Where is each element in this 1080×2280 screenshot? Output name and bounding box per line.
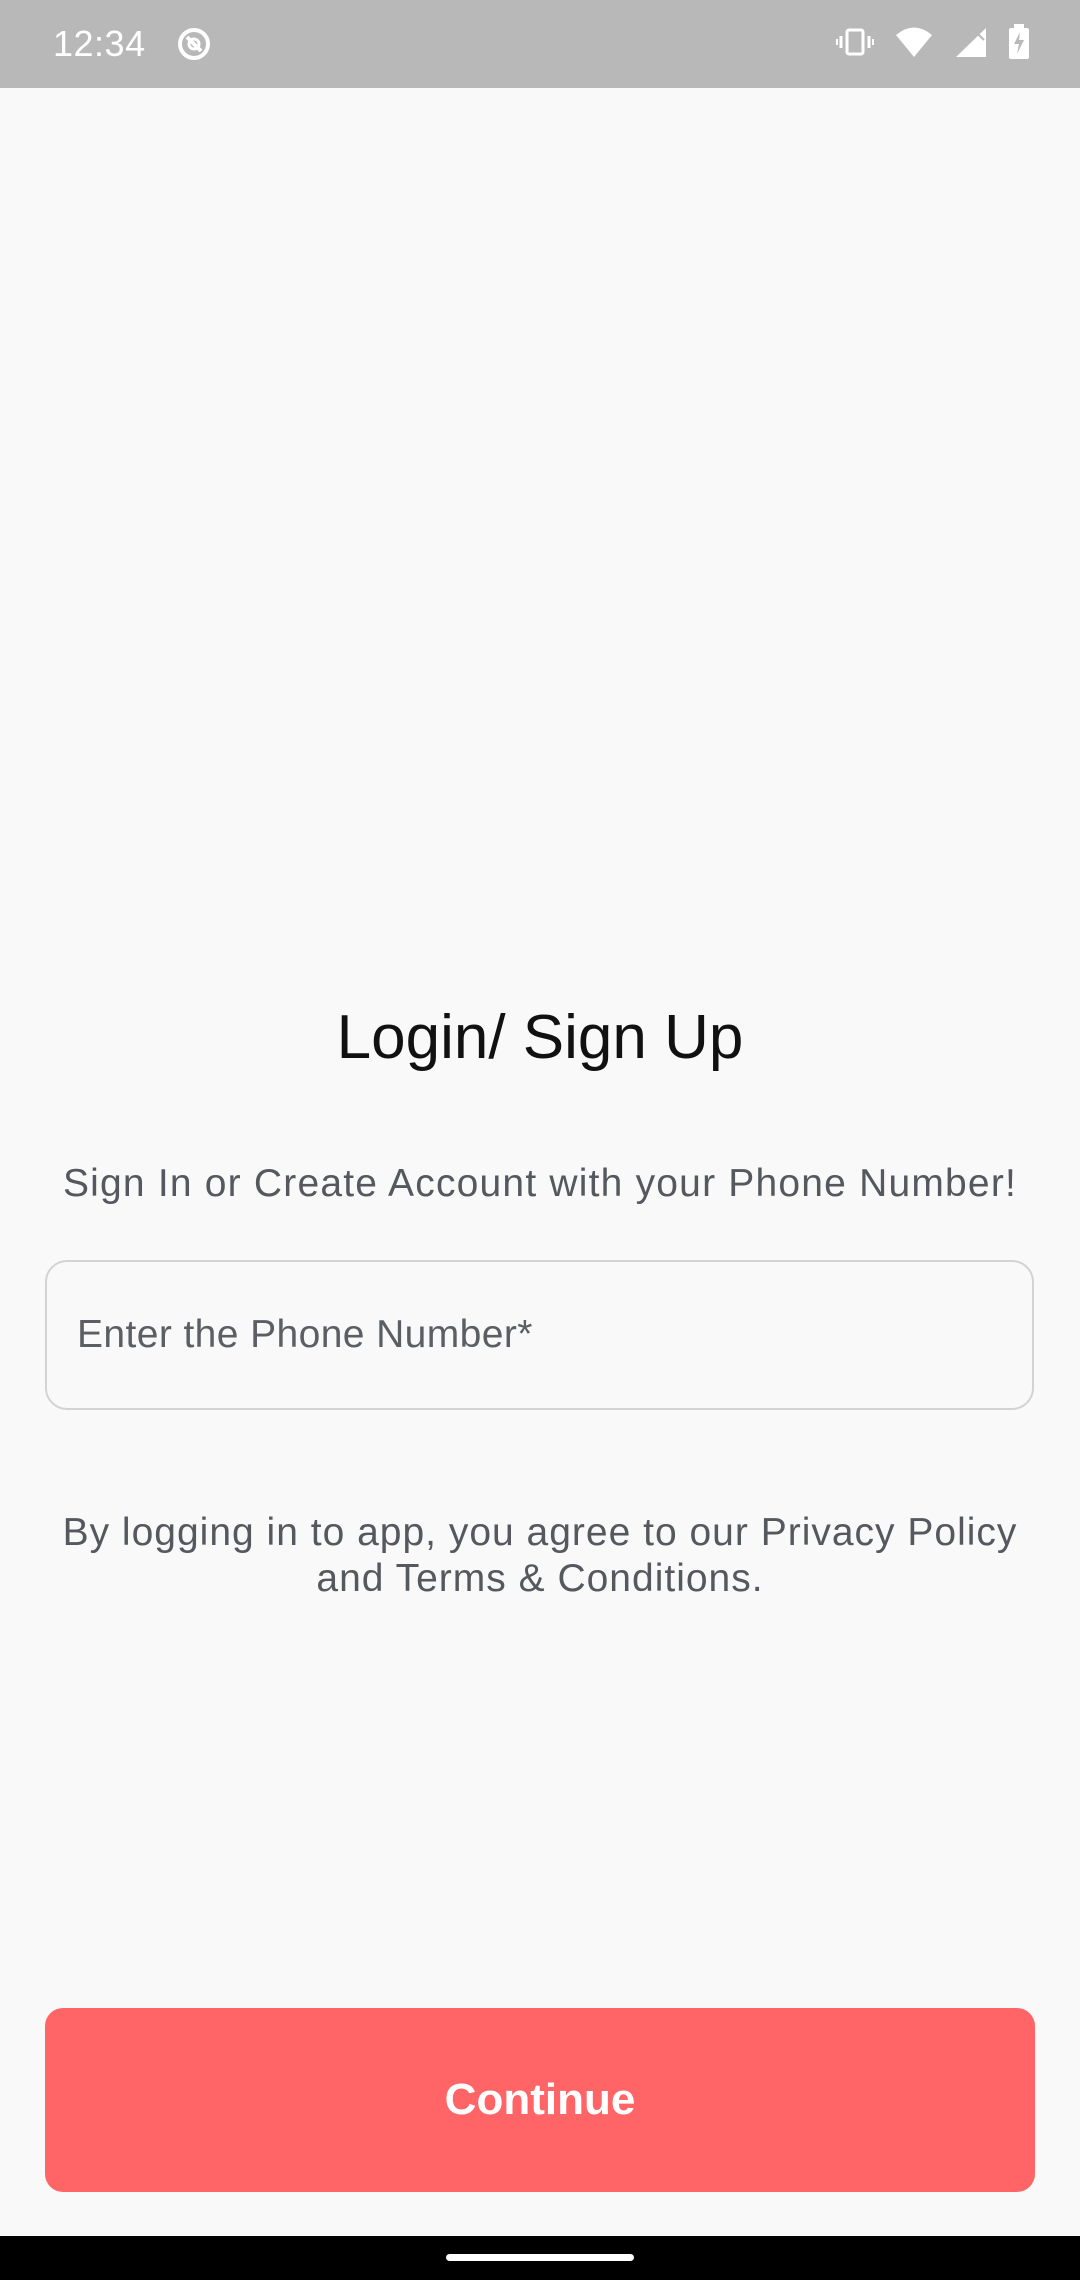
page-title: Login/ Sign Up — [336, 1003, 744, 1072]
phone-number-input[interactable] — [45, 1260, 1034, 1410]
page-subtitle: Sign In or Create Account with your Phon… — [62, 1162, 1018, 1205]
login-screen: 12:34 Login/ Sign Up Sign In or Create A… — [0, 0, 1080, 2280]
app-notification-icon — [178, 28, 210, 60]
home-indicator[interactable] — [446, 2254, 634, 2261]
terms-line-2: and Terms & Conditions. — [316, 1557, 764, 1600]
battery-charging-icon — [1008, 23, 1030, 65]
terms-text: By logging in to app, you agree to our P… — [40, 1510, 1040, 1602]
status-icons — [836, 23, 1030, 65]
status-bar: 12:34 — [0, 0, 1080, 88]
signal-icon — [954, 26, 988, 63]
continue-button[interactable]: Continue — [45, 2008, 1035, 2192]
vibrate-icon — [836, 27, 874, 62]
wifi-icon — [894, 26, 934, 63]
terms-line-1: By logging in to app, you agree to our P… — [62, 1511, 1018, 1554]
navigation-bar — [0, 2236, 1080, 2280]
status-time: 12:34 — [53, 23, 146, 64]
